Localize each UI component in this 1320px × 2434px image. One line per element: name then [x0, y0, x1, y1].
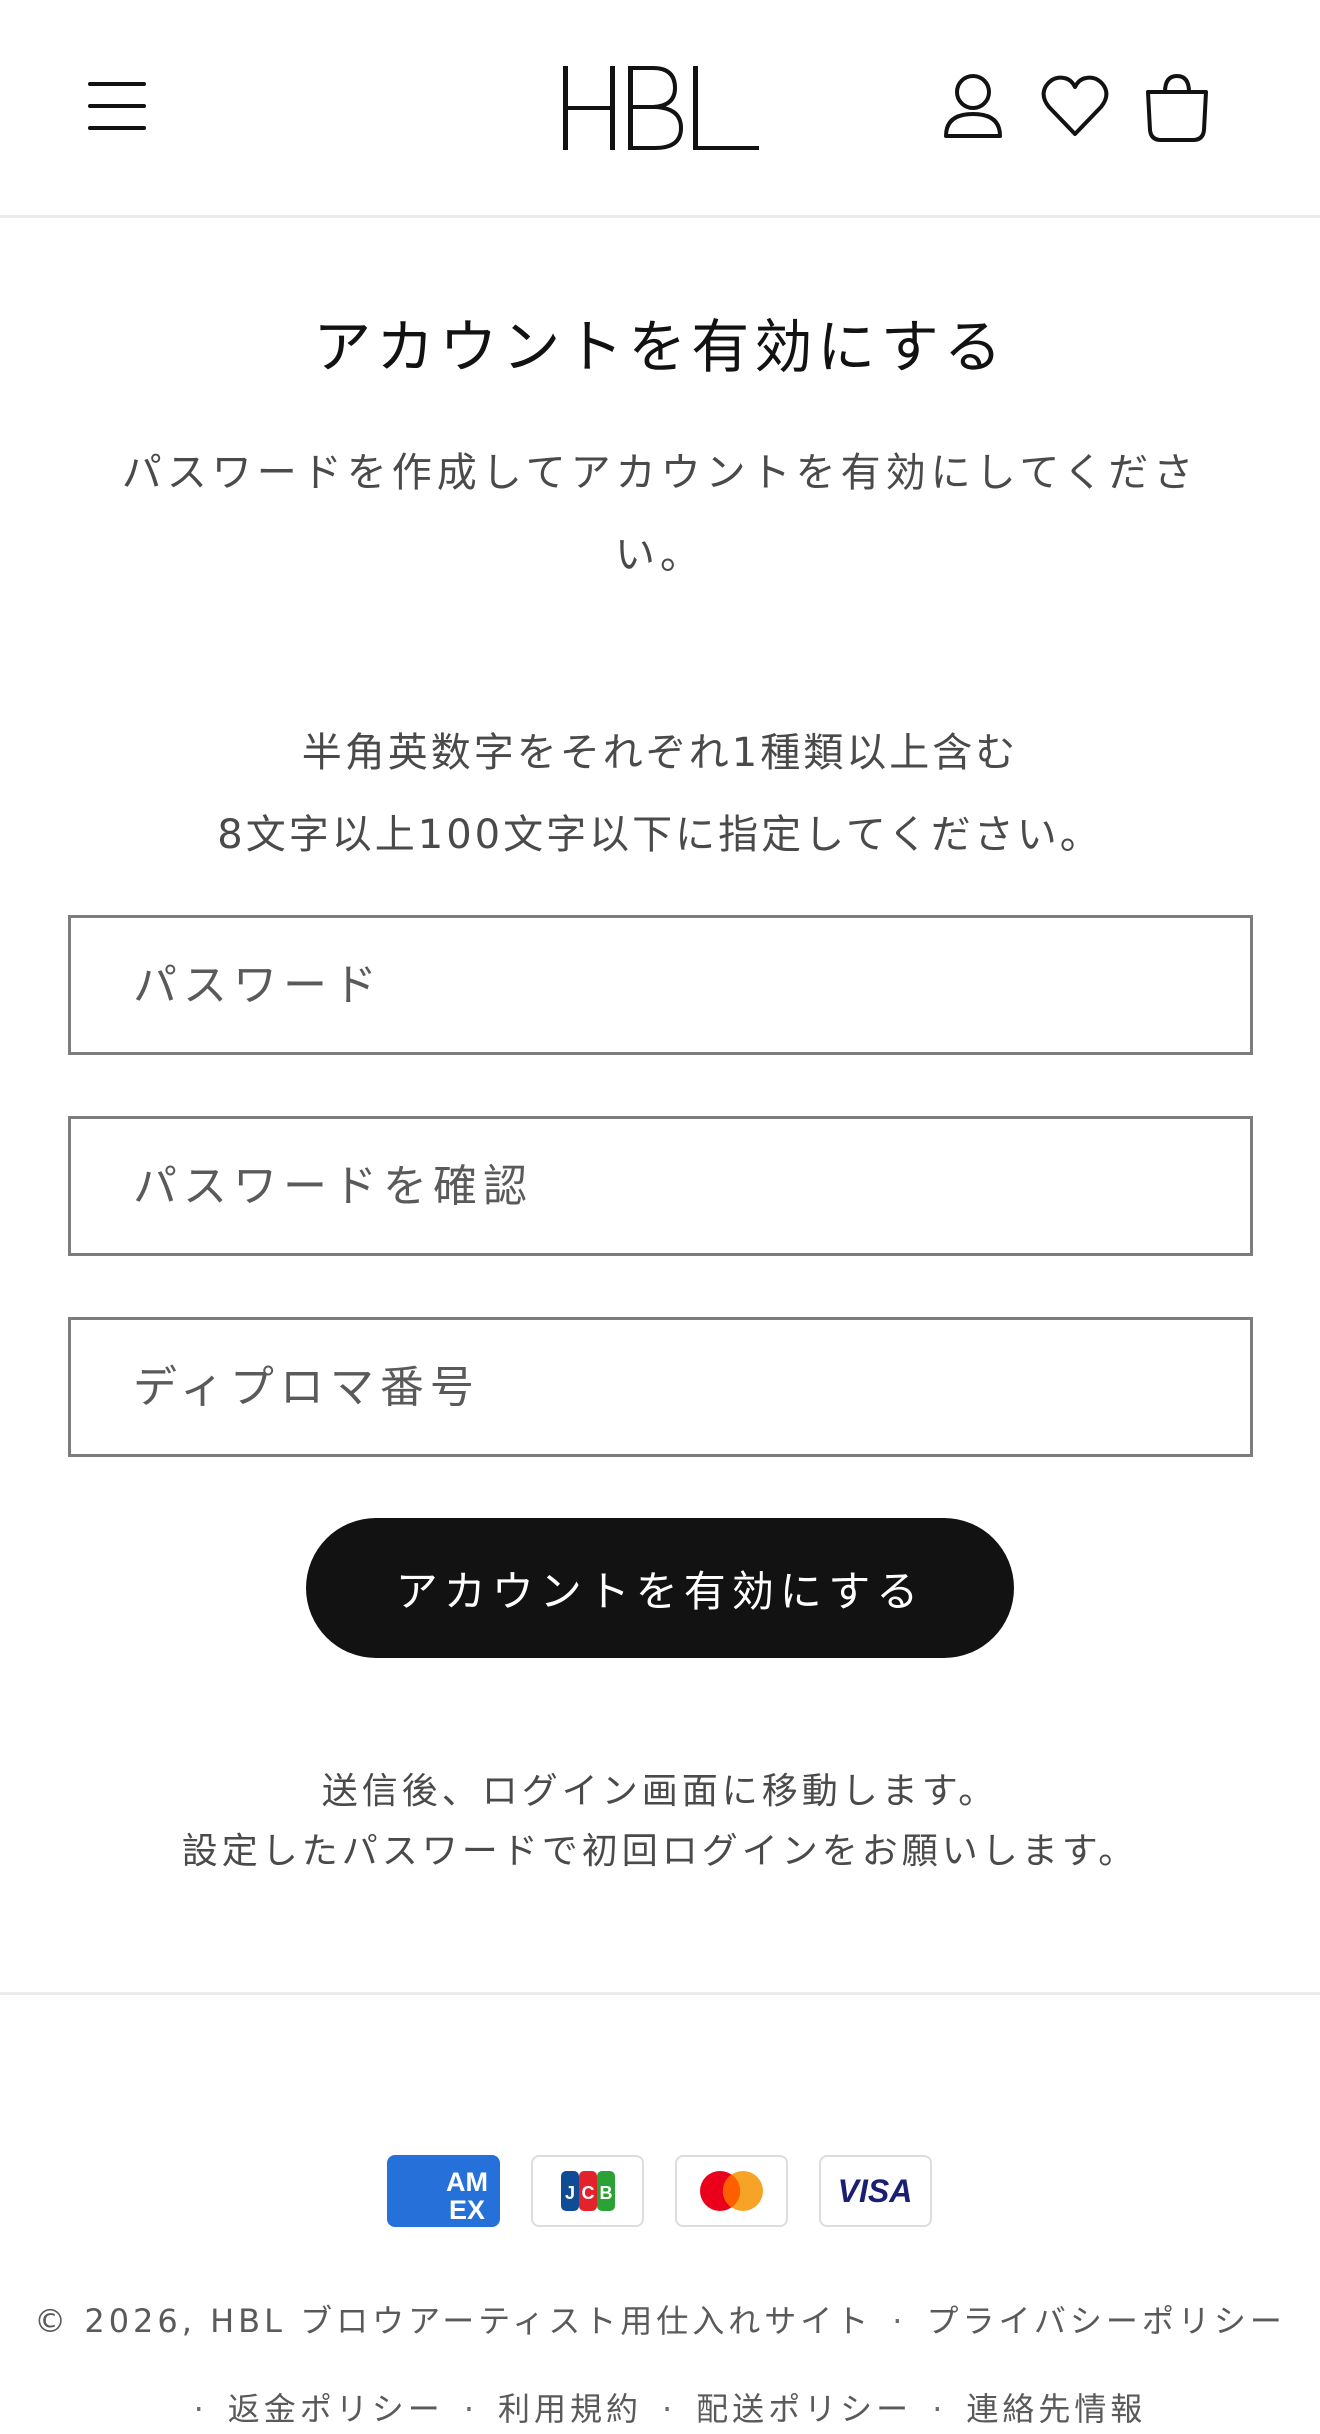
terms-of-service-link[interactable]: 利用規約 [498, 2390, 642, 2428]
password-rules-line2: 8文字以上100文字以下に指定してください。 [217, 812, 1103, 858]
site-header [0, 0, 1320, 218]
shipping-policy-link[interactable]: 配送ポリシー [696, 2390, 912, 2428]
heart-icon[interactable] [1040, 70, 1110, 146]
visa-payment-icon: VISA [819, 2155, 932, 2227]
svg-text:B: B [600, 2183, 613, 2203]
logo-mark [563, 66, 759, 150]
page-subtitle: パスワードを作成してアカウントを有効にしてください。 [121, 450, 1199, 578]
password-confirm-input[interactable] [71, 1119, 1250, 1253]
contact-info-link[interactable]: 連絡先情報 [966, 2390, 1146, 2428]
password-input[interactable] [71, 918, 1250, 1052]
amex-payment-icon: AM EX [387, 2155, 500, 2227]
shopping-bag-icon[interactable] [1142, 70, 1212, 146]
svg-text:EX: EX [449, 2195, 485, 2225]
copyright-text: © 2026, HBL ブロウアーティスト用仕入れサイト [34, 2302, 873, 2340]
hbl-logo[interactable] [555, 60, 765, 156]
page-title: アカウントを有効にする [313, 313, 1007, 381]
amex-label: AM [446, 2167, 488, 2197]
footer-divider [0, 1992, 1320, 1995]
footer-row-2: · 返金ポリシー · 利用規約 · 配送ポリシー · 連絡先情報 [193, 2390, 1147, 2428]
jcb-payment-icon: J C B [531, 2155, 644, 2227]
privacy-policy-link[interactable]: プライバシーポリシー [926, 2302, 1285, 2340]
password-rules: 半角英数字をそれぞれ1種類以上含む 8文字以上100文字以下に指定してください。 [0, 712, 1320, 876]
mastercard-payment-icon [675, 2155, 788, 2227]
refund-policy-link[interactable]: 返金ポリシー [228, 2390, 444, 2428]
password-confirm-field [68, 1116, 1253, 1256]
svg-text:C: C [582, 2183, 595, 2203]
password-rules-line1: 半角英数字をそれぞれ1種類以上含む [301, 730, 1019, 776]
diploma-number-field [68, 1317, 1253, 1457]
hamburger-menu-icon[interactable] [88, 78, 148, 134]
user-icon[interactable] [938, 70, 1008, 146]
activate-account-button[interactable]: アカウントを有効にする [306, 1518, 1014, 1658]
diploma-number-input[interactable] [71, 1320, 1250, 1454]
first-login-note: 設定したパスワードで初回ログインをお願いします。 [181, 1831, 1139, 1872]
redirect-note: 送信後、ログイン画面に移動します。 [321, 1771, 999, 1812]
visa-label: VISA [838, 2173, 913, 2209]
password-field [68, 915, 1253, 1055]
svg-text:J: J [565, 2183, 575, 2203]
footer-row-1: © 2026, HBL ブロウアーティスト用仕入れサイト · プライバシーポリシー [34, 2302, 1286, 2340]
